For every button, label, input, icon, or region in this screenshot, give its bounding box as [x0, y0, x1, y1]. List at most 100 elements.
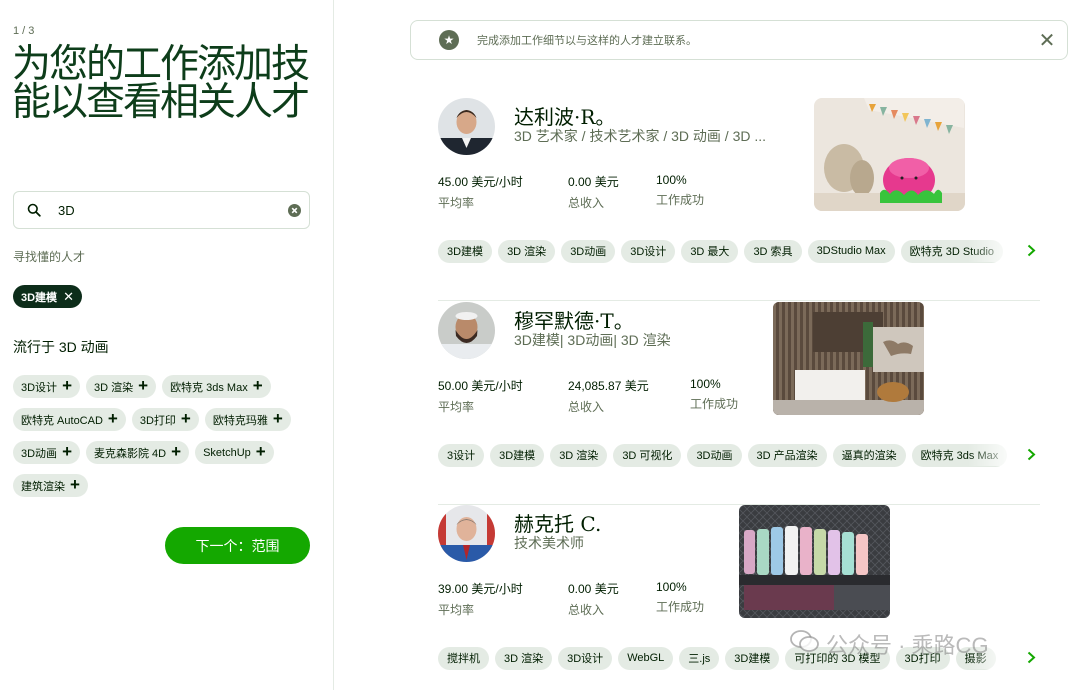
- close-icon[interactable]: ✕: [1027, 28, 1067, 53]
- earned-stat: 0.00 美元 总收入: [568, 173, 619, 211]
- avatar[interactable]: [438, 98, 495, 155]
- skill-chip[interactable]: 麦克森影院 4D +: [86, 441, 190, 464]
- skill-chip[interactable]: 3D 渲染 +: [86, 375, 157, 398]
- plus-icon: +: [70, 475, 80, 494]
- talent-card[interactable]: 达利波·R。 3D 艺术家 / 技术艺术家 / 3D 动画 / 3D ... 4…: [438, 98, 1040, 301]
- skill-chip[interactable]: 欧特克玛雅 +: [204, 408, 291, 431]
- avatar[interactable]: [438, 505, 495, 562]
- selected-skill-label: 3D建模: [21, 291, 58, 304]
- skill-chip-label: 3D设计: [21, 381, 58, 394]
- success-value: 100%: [690, 377, 721, 391]
- next-scope-button[interactable]: 下一个：范围: [165, 527, 310, 564]
- earned-stat: 0.00 美元 总收入: [568, 580, 619, 618]
- rate-stat: 45.00 美元/小时 平均率: [438, 173, 523, 211]
- skill-chip[interactable]: 3D打印 +: [131, 408, 199, 431]
- skill-tags: 搅拌机 3D 渲染 3D设计 WebGL 三.js 3D建模 可打印的 3D 模…: [438, 645, 1034, 671]
- plus-icon: +: [180, 409, 191, 428]
- skill-chip-label: 欧特克 AutoCAD: [21, 414, 103, 427]
- skill-tag[interactable]: 3D 索具: [744, 239, 802, 263]
- selected-skill-chip[interactable]: 3D建模 ✕: [13, 285, 82, 308]
- skill-tag[interactable]: 3D 可视化: [613, 443, 682, 467]
- earned-label: 总收入: [568, 603, 605, 617]
- popular-skills-heading: 流行于 3D 动画: [13, 339, 109, 355]
- talent-role: 3D建模| 3D动画| 3D 渲染: [514, 332, 671, 348]
- success-label: 工作成功: [656, 193, 705, 207]
- rate-value: 39.00 美元/小时: [438, 582, 523, 596]
- rate-label: 平均率: [438, 400, 475, 414]
- portfolio-image[interactable]: [814, 98, 965, 211]
- portfolio-image[interactable]: [739, 505, 890, 618]
- plus-icon: +: [138, 376, 149, 395]
- skill-chip-label: 3D打印: [139, 414, 176, 427]
- skill-tag[interactable]: 3D建模: [725, 646, 780, 670]
- chevron-right-icon[interactable]: [1022, 645, 1040, 669]
- skill-search-box[interactable]: [13, 191, 310, 229]
- skill-chip[interactable]: 3D设计 +: [13, 375, 80, 398]
- chevron-right-icon[interactable]: [1022, 442, 1040, 466]
- skill-tag[interactable]: 三.js: [679, 646, 720, 670]
- info-banner: ★ 完成添加工作细节以与这样的人才建立联系。 ✕: [410, 20, 1068, 60]
- portfolio-image[interactable]: [773, 302, 924, 415]
- banner-text: 完成添加工作细节以与这样的人才建立联系。: [477, 35, 697, 47]
- popular-skills-list: 3D设计 + 3D 渲染 + 欧特克 3ds Max + 欧特克 AutoCAD + 3…: [13, 375, 313, 497]
- plus-icon: +: [171, 442, 182, 461]
- plus-icon: +: [62, 442, 72, 461]
- rate-stat: 39.00 美元/小时 平均率: [438, 580, 523, 618]
- skill-chip-label: 欧特克 3ds Max: [170, 381, 248, 394]
- skill-tag[interactable]: 3D 渲染: [498, 239, 556, 263]
- skill-chip-label: 欧特克玛雅: [212, 414, 268, 427]
- earned-label: 总收入: [568, 400, 605, 414]
- skill-tag[interactable]: 搅拌机: [438, 646, 489, 670]
- earned-stat: 24,085.87 美元 总收入: [568, 377, 649, 415]
- skill-tag[interactable]: 3D 产品渲染: [747, 443, 827, 467]
- earned-value: 0.00 美元: [568, 175, 619, 189]
- skill-tag[interactable]: 3D动画: [561, 239, 616, 263]
- skill-tag[interactable]: 3D设计: [558, 646, 613, 670]
- chevron-right-icon[interactable]: [1022, 238, 1040, 262]
- success-label: 工作成功: [690, 397, 739, 411]
- skill-tag[interactable]: 逼真的渲染: [832, 443, 906, 467]
- success-stat: 100% 工作成功: [690, 377, 738, 412]
- skill-tag[interactable]: 3D打印: [895, 646, 950, 670]
- skill-tag[interactable]: 3D建模: [490, 443, 545, 467]
- left-panel: 1 / 3 为您的工作添加技能以查看相关人才 寻找懂的人才 3D建模 ✕ 流行于…: [0, 0, 334, 690]
- avatar[interactable]: [438, 302, 495, 359]
- plus-icon: +: [252, 376, 263, 395]
- rate-label: 平均率: [438, 603, 475, 617]
- talent-role: 3D 艺术家 / 技术艺术家 / 3D 动画 / 3D ...: [514, 128, 767, 144]
- skill-tag[interactable]: 可打印的 3D 模型: [785, 646, 890, 670]
- skill-tags: 3D建模 3D 渲染 3D动画 3D设计 3D 最大 3D 索具 3DStudi…: [438, 238, 1034, 264]
- skill-chip[interactable]: 3D动画 +: [13, 441, 80, 464]
- talent-card[interactable]: 赫克托 C. 技术美术师 39.00 美元/小时 平均率 0.00 美元 总收入 1…: [438, 505, 1040, 690]
- skill-chip[interactable]: 建筑渲染 +: [13, 474, 88, 497]
- plus-icon: +: [107, 409, 118, 428]
- skill-chip-label: 3D 渲染: [94, 381, 134, 394]
- skill-tag[interactable]: 3D建模: [438, 239, 493, 263]
- skill-search-input[interactable]: [54, 202, 279, 218]
- success-stat: 100% 工作成功: [656, 580, 704, 615]
- skill-tag[interactable]: 3设计: [438, 443, 485, 467]
- skill-chip[interactable]: 欧特克 3ds Max +: [162, 375, 271, 398]
- clear-search-icon[interactable]: [279, 203, 309, 217]
- earned-value: 0.00 美元: [568, 582, 619, 596]
- earned-label: 总收入: [568, 196, 605, 210]
- skill-tag[interactable]: 3D 渲染: [495, 646, 553, 670]
- skill-tag[interactable]: 3D动画: [687, 443, 742, 467]
- skill-chip[interactable]: 欧特克 AutoCAD +: [13, 408, 126, 431]
- step-indicator: 1 / 3: [13, 25, 35, 37]
- skill-chip[interactable]: SketchUp +: [195, 441, 274, 464]
- remove-icon[interactable]: ✕: [63, 290, 74, 303]
- skill-tag[interactable]: 3D 渲染: [550, 443, 608, 467]
- skill-chip-label: SketchUp: [203, 446, 251, 459]
- skill-chip-label: 麦克森影院 4D: [94, 447, 167, 460]
- success-value: 100%: [656, 173, 687, 187]
- skill-tag[interactable]: 3DStudio Max: [807, 239, 895, 263]
- skill-tag[interactable]: 3D 最大: [681, 239, 739, 263]
- skills-fade: [968, 645, 1018, 669]
- skill-tag[interactable]: WebGL: [618, 646, 674, 670]
- skill-chip-label: 3D动画: [21, 447, 58, 460]
- plus-icon: +: [255, 442, 266, 461]
- page-title: 为您的工作添加技能以查看相关人才: [12, 42, 310, 125]
- skill-tag[interactable]: 3D设计: [621, 239, 676, 263]
- talent-card[interactable]: 穆罕默德·T。 3D建模| 3D动画| 3D 渲染 50.00 美元/小时 平均率…: [438, 302, 1040, 505]
